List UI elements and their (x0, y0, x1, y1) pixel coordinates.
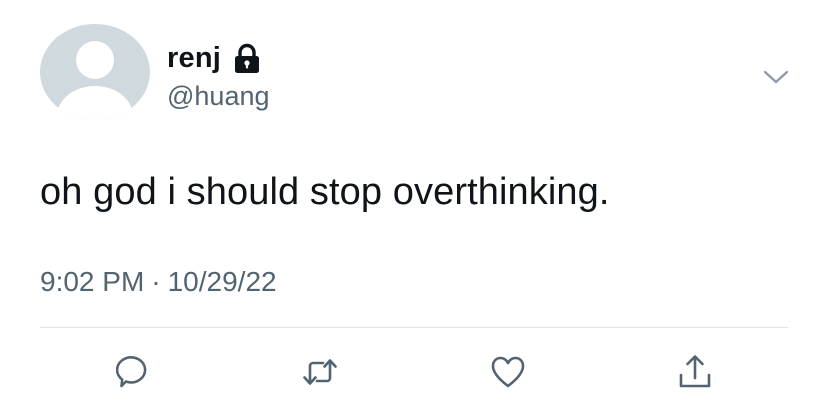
avatar[interactable] (40, 24, 150, 120)
reply-icon (116, 356, 147, 388)
heart-icon (491, 356, 525, 388)
tweet-text: oh god i should stop overthinking. (40, 171, 610, 213)
share-icon (679, 355, 711, 388)
like-button[interactable] (490, 353, 526, 391)
retweet-button[interactable] (302, 353, 338, 391)
lock-icon (232, 43, 262, 75)
tweet-date[interactable]: 10/29/22 (168, 266, 277, 297)
share-button[interactable] (677, 353, 713, 391)
retweet-icon (303, 359, 337, 385)
default-avatar-icon (40, 24, 150, 120)
timestamp-separator: · (151, 266, 161, 297)
timestamp-row: 9:02 PM · 10/29/22 (40, 266, 277, 298)
divider (40, 327, 788, 328)
user-handle[interactable]: @huang (167, 81, 270, 112)
display-name-row: renj (167, 38, 262, 78)
tweet-time[interactable]: 9:02 PM (40, 266, 144, 297)
chevron-down-icon[interactable] (762, 66, 790, 88)
reply-button[interactable] (116, 353, 152, 391)
tweet-card: renj @huang oh god i should stop overthi… (0, 0, 828, 417)
display-name[interactable]: renj (167, 42, 221, 75)
